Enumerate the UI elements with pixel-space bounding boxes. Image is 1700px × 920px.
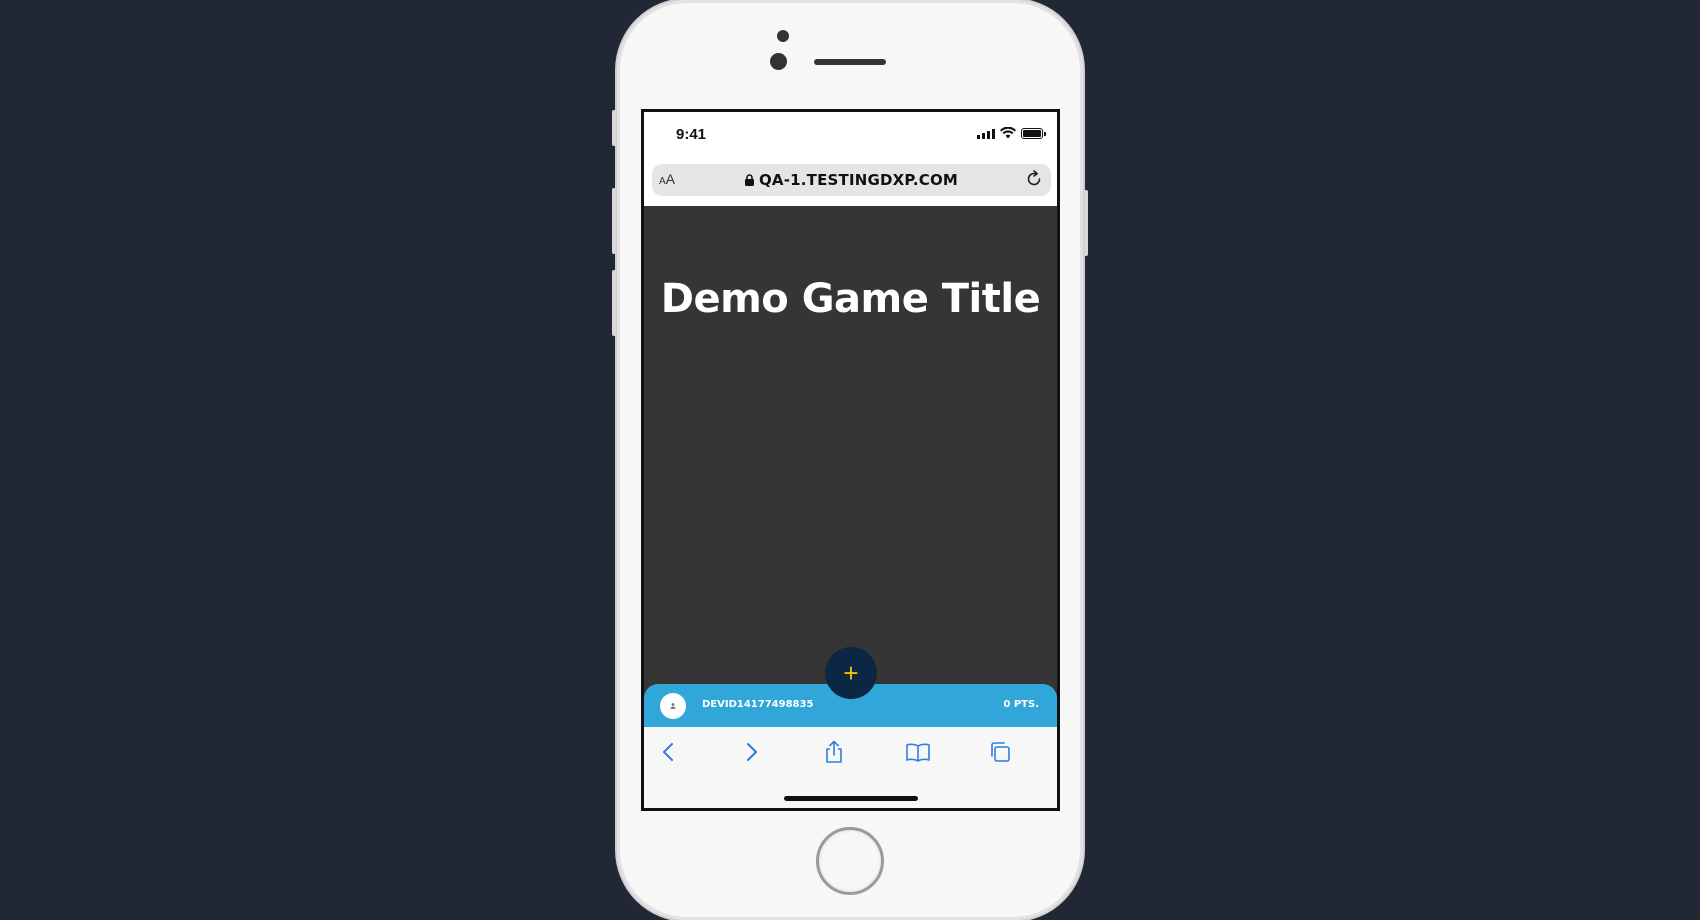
wifi-icon bbox=[1000, 127, 1016, 139]
status-icons bbox=[977, 127, 1046, 139]
share-button[interactable] bbox=[818, 736, 850, 768]
back-icon bbox=[663, 743, 673, 761]
cellular-signal-icon bbox=[977, 128, 995, 139]
volume-down-button bbox=[612, 270, 616, 336]
back-button[interactable] bbox=[652, 736, 684, 768]
phone-frame: 9:41 AA QA-1.TESTINGDXP.COM Demo Game Ti… bbox=[612, 0, 1088, 920]
tabs-button[interactable] bbox=[984, 736, 1016, 768]
points-badge: 0 PTS. bbox=[1003, 699, 1039, 710]
url-field[interactable]: QA-1.TESTINGDXP.COM bbox=[652, 171, 1051, 189]
user-icon bbox=[670, 703, 676, 709]
game-content: Demo Game Title bbox=[644, 206, 1057, 696]
add-button[interactable]: + bbox=[825, 647, 877, 699]
forward-icon bbox=[747, 743, 757, 761]
forward-button[interactable] bbox=[736, 736, 768, 768]
battery-icon bbox=[1021, 127, 1046, 139]
avatar[interactable] bbox=[660, 693, 686, 719]
bookmarks-icon bbox=[906, 743, 930, 762]
plus-icon: + bbox=[843, 658, 859, 688]
reload-icon[interactable] bbox=[1025, 170, 1043, 188]
proximity-sensor bbox=[770, 53, 787, 70]
power-button bbox=[1084, 190, 1088, 256]
volume-up-button bbox=[612, 188, 616, 254]
game-title: Demo Game Title bbox=[660, 276, 1041, 322]
address-bar[interactable]: AA QA-1.TESTINGDXP.COM bbox=[652, 164, 1051, 196]
browser-toolbar bbox=[644, 727, 1057, 808]
phone-screen: 9:41 AA QA-1.TESTINGDXP.COM Demo Game Ti… bbox=[641, 109, 1060, 811]
silent-switch bbox=[612, 110, 616, 146]
lock-icon bbox=[744, 174, 754, 186]
share-icon bbox=[826, 740, 842, 763]
bookmarks-button[interactable] bbox=[902, 736, 934, 768]
status-bar: 9:41 bbox=[644, 112, 1057, 152]
home-indicator[interactable] bbox=[784, 796, 918, 801]
status-time: 9:41 bbox=[676, 126, 707, 143]
front-camera bbox=[777, 30, 789, 42]
url-text: QA-1.TESTINGDXP.COM bbox=[758, 171, 959, 189]
home-button[interactable] bbox=[816, 827, 884, 895]
earpiece-speaker bbox=[814, 59, 886, 65]
tabs-icon bbox=[991, 742, 1010, 762]
username: DEVID14177498835 bbox=[702, 699, 814, 710]
